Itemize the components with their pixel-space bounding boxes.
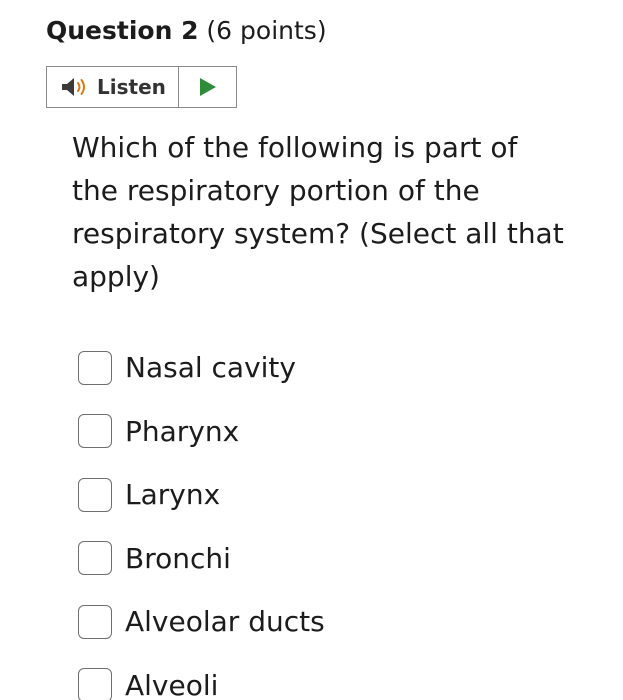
quiz-page: Question 2 (6 points) Listen Which of th… <box>0 0 623 700</box>
option-bronchi[interactable]: Bronchi <box>78 527 325 591</box>
question-text: Which of the following is part of the re… <box>72 131 564 293</box>
option-label: Pharynx <box>125 414 240 448</box>
option-label: Nasal cavity <box>125 351 296 385</box>
option-label: Alveoli <box>125 668 219 700</box>
checkbox[interactable] <box>78 668 112 700</box>
question-title: Question 2 <box>46 16 199 45</box>
question-points: (6 points) <box>198 16 327 45</box>
checkbox[interactable] <box>78 541 112 576</box>
option-larynx[interactable]: Larynx <box>78 463 325 527</box>
checkbox[interactable] <box>78 350 112 385</box>
option-label: Alveolar ducts <box>125 605 325 639</box>
option-alveolar-ducts[interactable]: Alveolar ducts <box>78 590 325 654</box>
checkbox[interactable] <box>78 477 112 512</box>
checkbox[interactable] <box>78 414 112 449</box>
listen-button[interactable]: Listen <box>47 67 179 107</box>
answer-options: Nasal cavity Pharynx Larynx Bronchi Alve… <box>78 336 325 700</box>
checkbox[interactable] <box>78 604 112 639</box>
listen-label: Listen <box>97 75 166 99</box>
option-nasal-cavity[interactable]: Nasal cavity <box>78 336 325 400</box>
option-label: Larynx <box>125 478 221 512</box>
question-header: Question 2 (6 points) <box>46 14 327 48</box>
option-pharynx[interactable]: Pharynx <box>78 400 325 464</box>
listen-widget: Listen <box>46 66 237 108</box>
speaker-icon <box>62 78 85 96</box>
play-icon <box>199 78 216 96</box>
option-alveoli[interactable]: Alveoli <box>78 654 325 700</box>
option-label: Bronchi <box>125 541 231 575</box>
play-button[interactable] <box>179 67 236 107</box>
